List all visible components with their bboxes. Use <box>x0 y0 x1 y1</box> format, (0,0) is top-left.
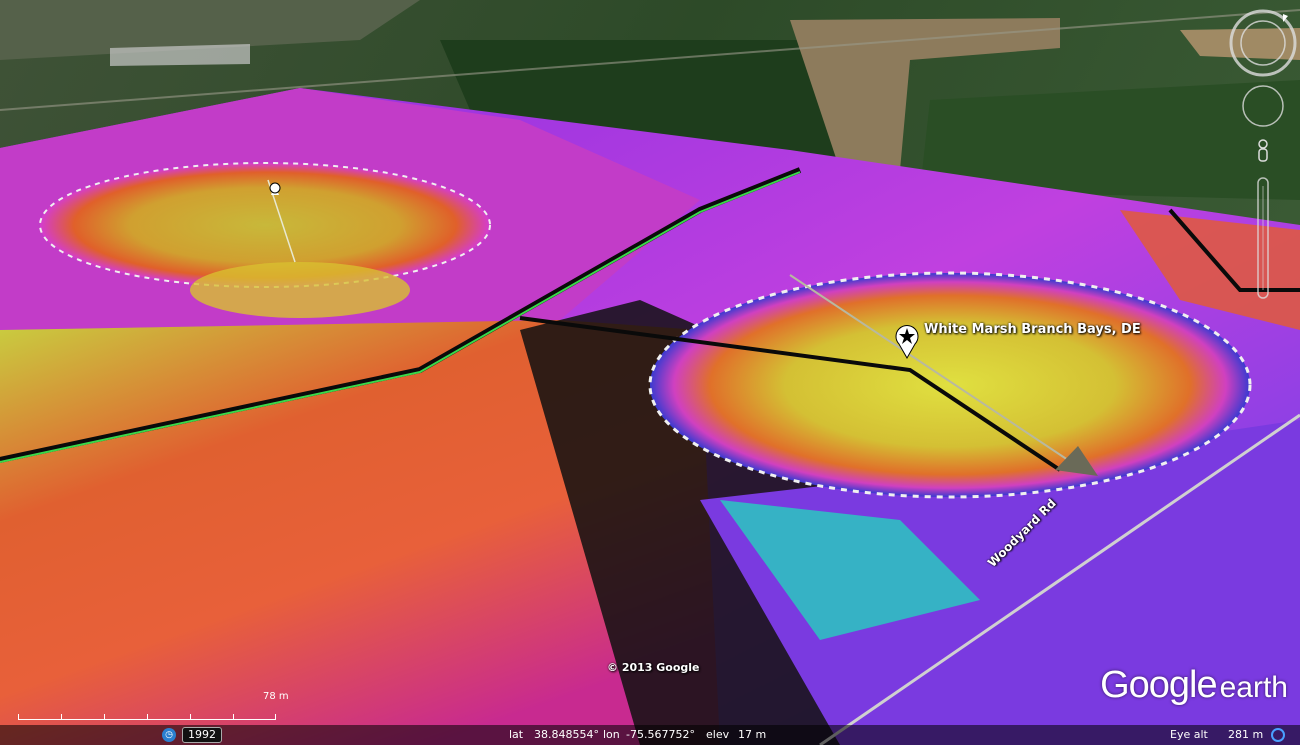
copyright-notice: © 2013 Google <box>607 661 700 674</box>
elev-value: 17 m <box>738 728 767 741</box>
lat-value: 38.848554° <box>534 728 599 741</box>
scale-label: 78 m <box>263 691 289 702</box>
navigation-controls[interactable] <box>1228 8 1298 308</box>
eye-alt-value: 281 m <box>1228 728 1264 741</box>
google-earth-logo: Google earth <box>1100 664 1288 707</box>
logo-earth: earth <box>1219 671 1288 704</box>
lon-value: -75.567752° <box>626 728 695 741</box>
zoom-slider-icon[interactable] <box>1257 177 1269 299</box>
scale-bar <box>18 706 276 720</box>
status-bar: ◷ 1992 lat 38.848554° lon -75.567752° el… <box>0 725 1300 745</box>
lon-label: lon <box>603 728 620 741</box>
look-joystick-icon[interactable] <box>1242 85 1284 127</box>
lat-label: lat <box>509 728 524 741</box>
compass-ring-icon[interactable] <box>1229 9 1297 77</box>
logo-google: Google <box>1100 664 1218 706</box>
terrain-scene[interactable] <box>0 0 1300 745</box>
imagery-year[interactable]: 1992 <box>182 727 222 743</box>
history-clock-icon[interactable]: ◷ <box>162 728 176 742</box>
placemark-label[interactable]: White Marsh Branch Bays, DE <box>924 322 1141 337</box>
eye-alt-label: Eye alt <box>1170 728 1208 741</box>
loading-spinner-icon <box>1271 728 1285 742</box>
street-view-pegman-icon[interactable] <box>1258 139 1268 162</box>
elev-label: elev <box>706 728 730 741</box>
bay-rim-west <box>190 262 410 318</box>
map-viewport[interactable]: White Marsh Branch Bays, DE Woodyard Rd … <box>0 0 1300 745</box>
